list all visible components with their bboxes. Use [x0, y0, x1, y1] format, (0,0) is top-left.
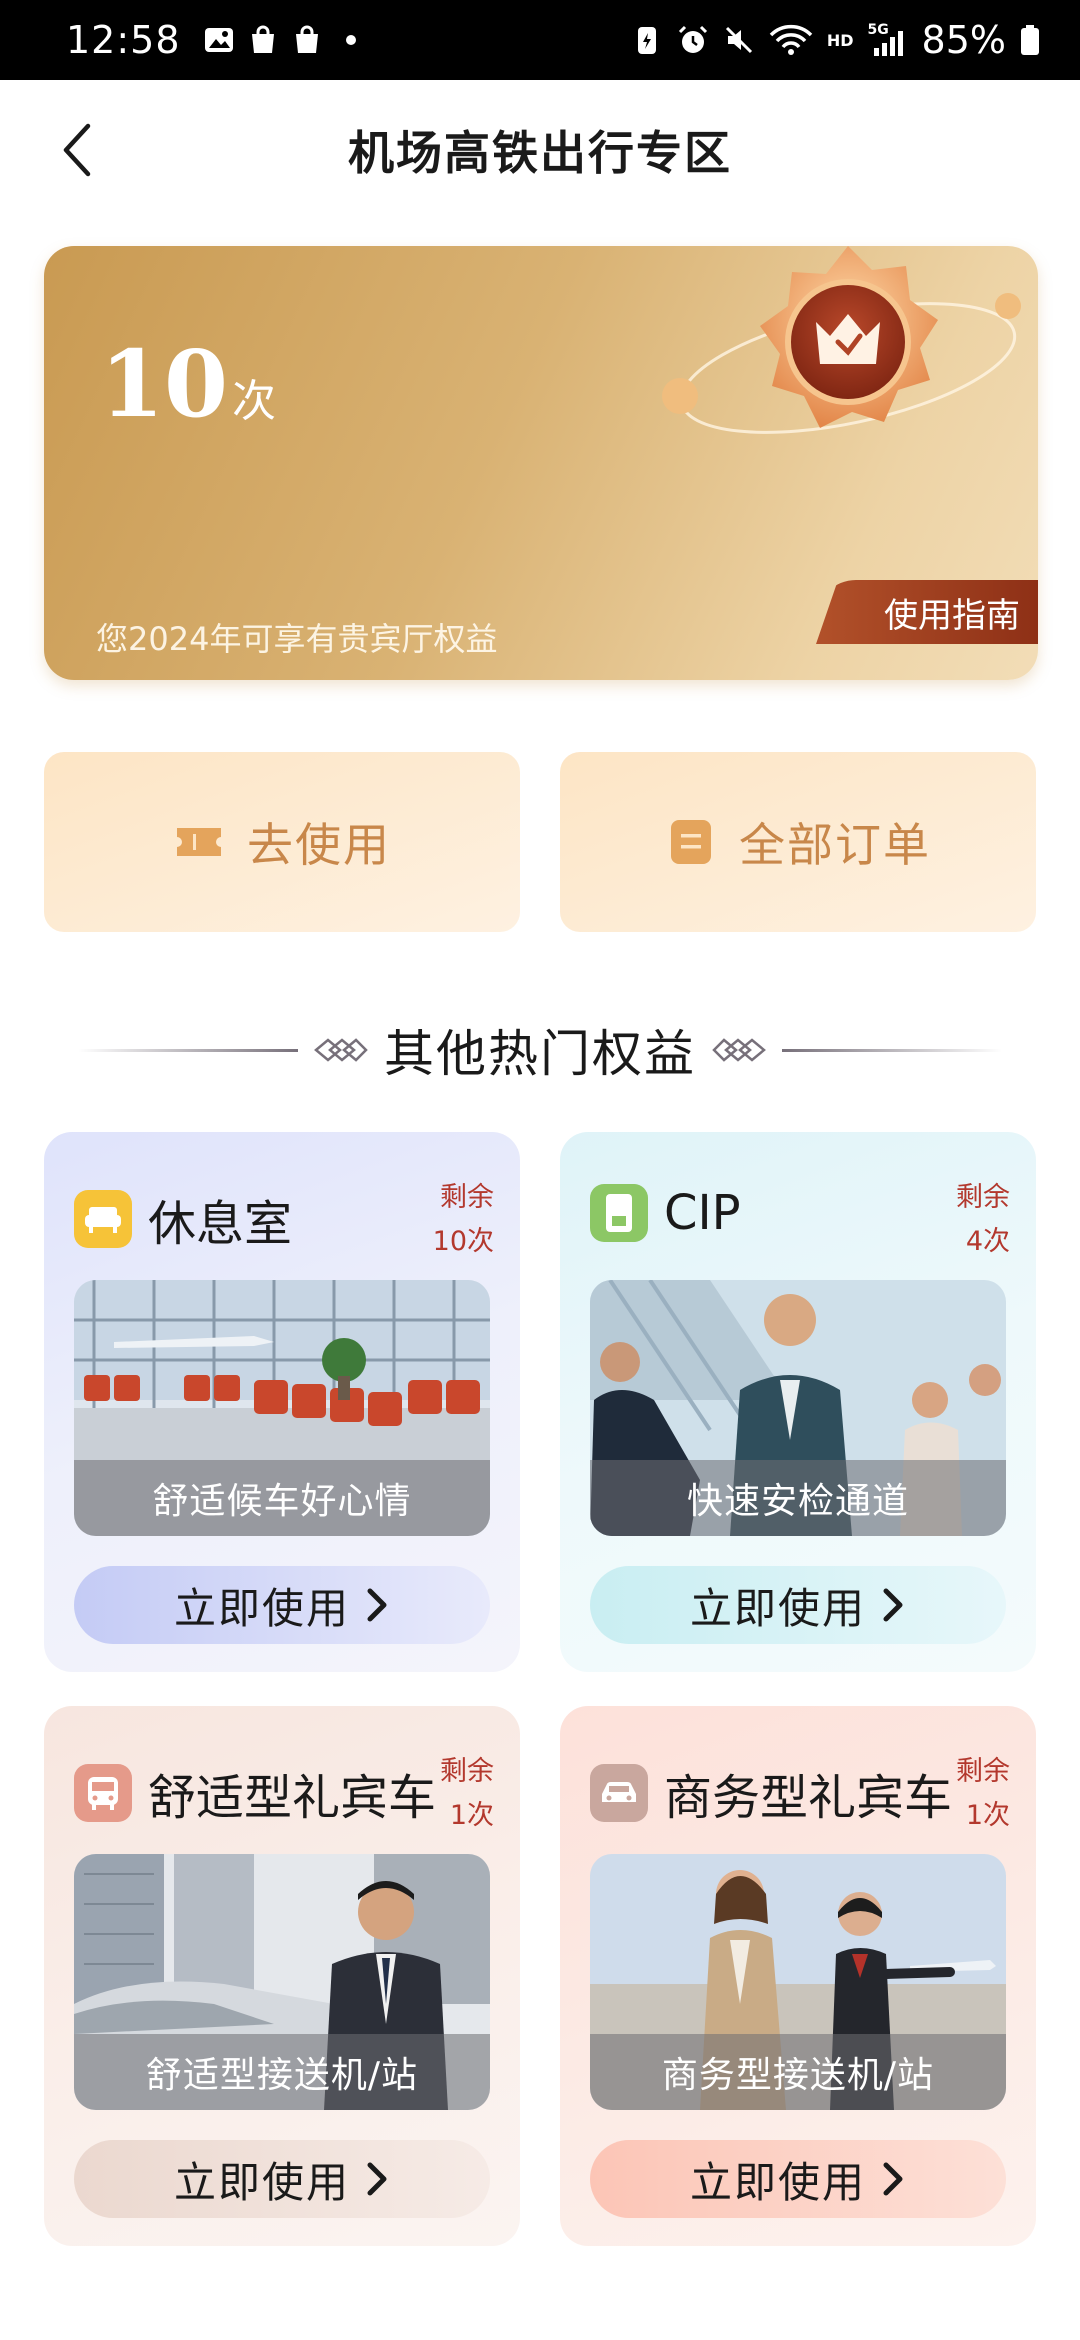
mute-icon: [725, 26, 752, 54]
benefit-card-business-car[interactable]: 商务型礼宾车 剩余 1次 商务型接送机/站 立即使用: [560, 1706, 1036, 2246]
go-use-label: 去使用: [247, 818, 391, 872]
remaining-count: 10次: [432, 1226, 494, 1257]
remaining-badge: 剩余 1次: [440, 1750, 494, 1838]
status-time: 12:58: [66, 18, 181, 62]
benefit-description: 您2024年可享有贵宾厅权益: [96, 620, 498, 658]
use-now-label: 立即使用: [689, 1583, 866, 1633]
divider: [78, 1048, 298, 1052]
photo-caption: 商务型接送机/站: [590, 2034, 1006, 2110]
chevron-left-icon: [63, 123, 91, 177]
remaining-count: 1次: [449, 1800, 494, 1831]
ornament-icon: [712, 1038, 766, 1062]
usage-guide-button[interactable]: 使用指南: [816, 580, 1038, 644]
remaining-badge: 剩余 4次: [956, 1176, 1010, 1264]
chevron-right-icon: [367, 1588, 387, 1622]
hd-label: HD: [826, 30, 854, 50]
remaining-unit: 次: [232, 376, 277, 427]
section-title: 其他热门权益: [384, 1025, 696, 1083]
bus-icon: [74, 1764, 132, 1822]
alarm-icon: [678, 25, 707, 53]
page-header: 机场高铁出行专区: [0, 80, 1080, 220]
benefit-card-cip[interactable]: CIP 剩余 4次 快速安检通道 立即使用: [560, 1132, 1036, 1672]
battery-icon: [1021, 25, 1039, 55]
crown-badge-icon: [662, 246, 1021, 434]
divider: [782, 1048, 1002, 1052]
benefit-card-lounge[interactable]: 休息室 剩余 10次 舒适候车好心情 立即使用: [44, 1132, 520, 1672]
chevron-right-icon: [883, 2162, 903, 2196]
benefit-title: 舒适型礼宾车: [148, 1770, 437, 1826]
shopping-bag-icon: [251, 25, 274, 53]
signal-icon: [873, 31, 903, 56]
use-now-label: 立即使用: [689, 2157, 866, 2207]
document-icon: [590, 1184, 648, 1242]
remaining-count: 10: [100, 330, 229, 438]
all-orders-button[interactable]: 全部订单: [560, 752, 1036, 932]
chevron-right-icon: [883, 1588, 903, 1622]
battery-percent: 85%: [921, 18, 1006, 62]
go-use-button[interactable]: 去使用: [44, 752, 520, 932]
use-now-button[interactable]: 立即使用: [74, 2140, 490, 2218]
shopping-bag-icon: [295, 25, 318, 53]
remaining-count: 1次: [965, 1800, 1010, 1831]
remaining-count: 4次: [965, 1226, 1010, 1257]
comfort-car-photo: 舒适型接送机/站: [74, 1854, 490, 2110]
remaining-label: 剩余: [440, 1182, 494, 1213]
battery-saver-icon: [637, 27, 656, 54]
photo-caption: 舒适候车好心情: [74, 1460, 490, 1536]
ticket-icon: [177, 828, 221, 856]
photo-caption: 舒适型接送机/站: [74, 2034, 490, 2110]
cip-photo: 快速安检通道: [590, 1280, 1006, 1536]
remaining-label: 剩余: [956, 1756, 1010, 1787]
car-icon: [590, 1764, 648, 1822]
use-now-button[interactable]: 立即使用: [590, 1566, 1006, 1644]
use-now-button[interactable]: 立即使用: [74, 1566, 490, 1644]
remaining-badge: 剩余 10次: [433, 1176, 494, 1264]
sofa-icon: [74, 1190, 132, 1248]
membership-hero-card: 10 次 您2024年可享有贵宾厅权益 使用指南: [44, 246, 1038, 680]
ornament-icon: [314, 1038, 368, 1062]
benefit-title: 商务型礼宾车: [664, 1770, 953, 1826]
benefit-title: 休息室: [148, 1196, 293, 1252]
section-header: 其他热门权益: [0, 1020, 1080, 1083]
benefit-card-comfort-car[interactable]: 舒适型礼宾车 剩余 1次 舒适型接送机/站 立即使用: [44, 1706, 520, 2246]
status-bar: 12:58 HD 5G 85%: [0, 0, 1080, 80]
use-now-button[interactable]: 立即使用: [590, 2140, 1006, 2218]
use-now-label: 立即使用: [173, 1583, 350, 1633]
business-car-photo: 商务型接送机/站: [590, 1854, 1006, 2110]
photo-caption: 快速安检通道: [590, 1460, 1006, 1536]
remaining-badge: 剩余 1次: [956, 1750, 1010, 1838]
remaining-label: 剩余: [956, 1182, 1010, 1213]
all-orders-label: 全部订单: [739, 818, 931, 872]
dot-icon: [345, 35, 356, 45]
page-title: 机场高铁出行专区: [348, 126, 732, 180]
remaining-label: 剩余: [440, 1756, 494, 1787]
chevron-right-icon: [367, 2162, 387, 2196]
gallery-icon: [204, 28, 233, 52]
benefit-title: CIP: [664, 1185, 741, 1241]
back-button[interactable]: [40, 114, 112, 186]
lounge-photo: 舒适候车好心情: [74, 1280, 490, 1536]
wifi-icon: [769, 24, 813, 55]
order-list-icon: [671, 820, 711, 864]
use-now-label: 立即使用: [173, 2157, 350, 2207]
